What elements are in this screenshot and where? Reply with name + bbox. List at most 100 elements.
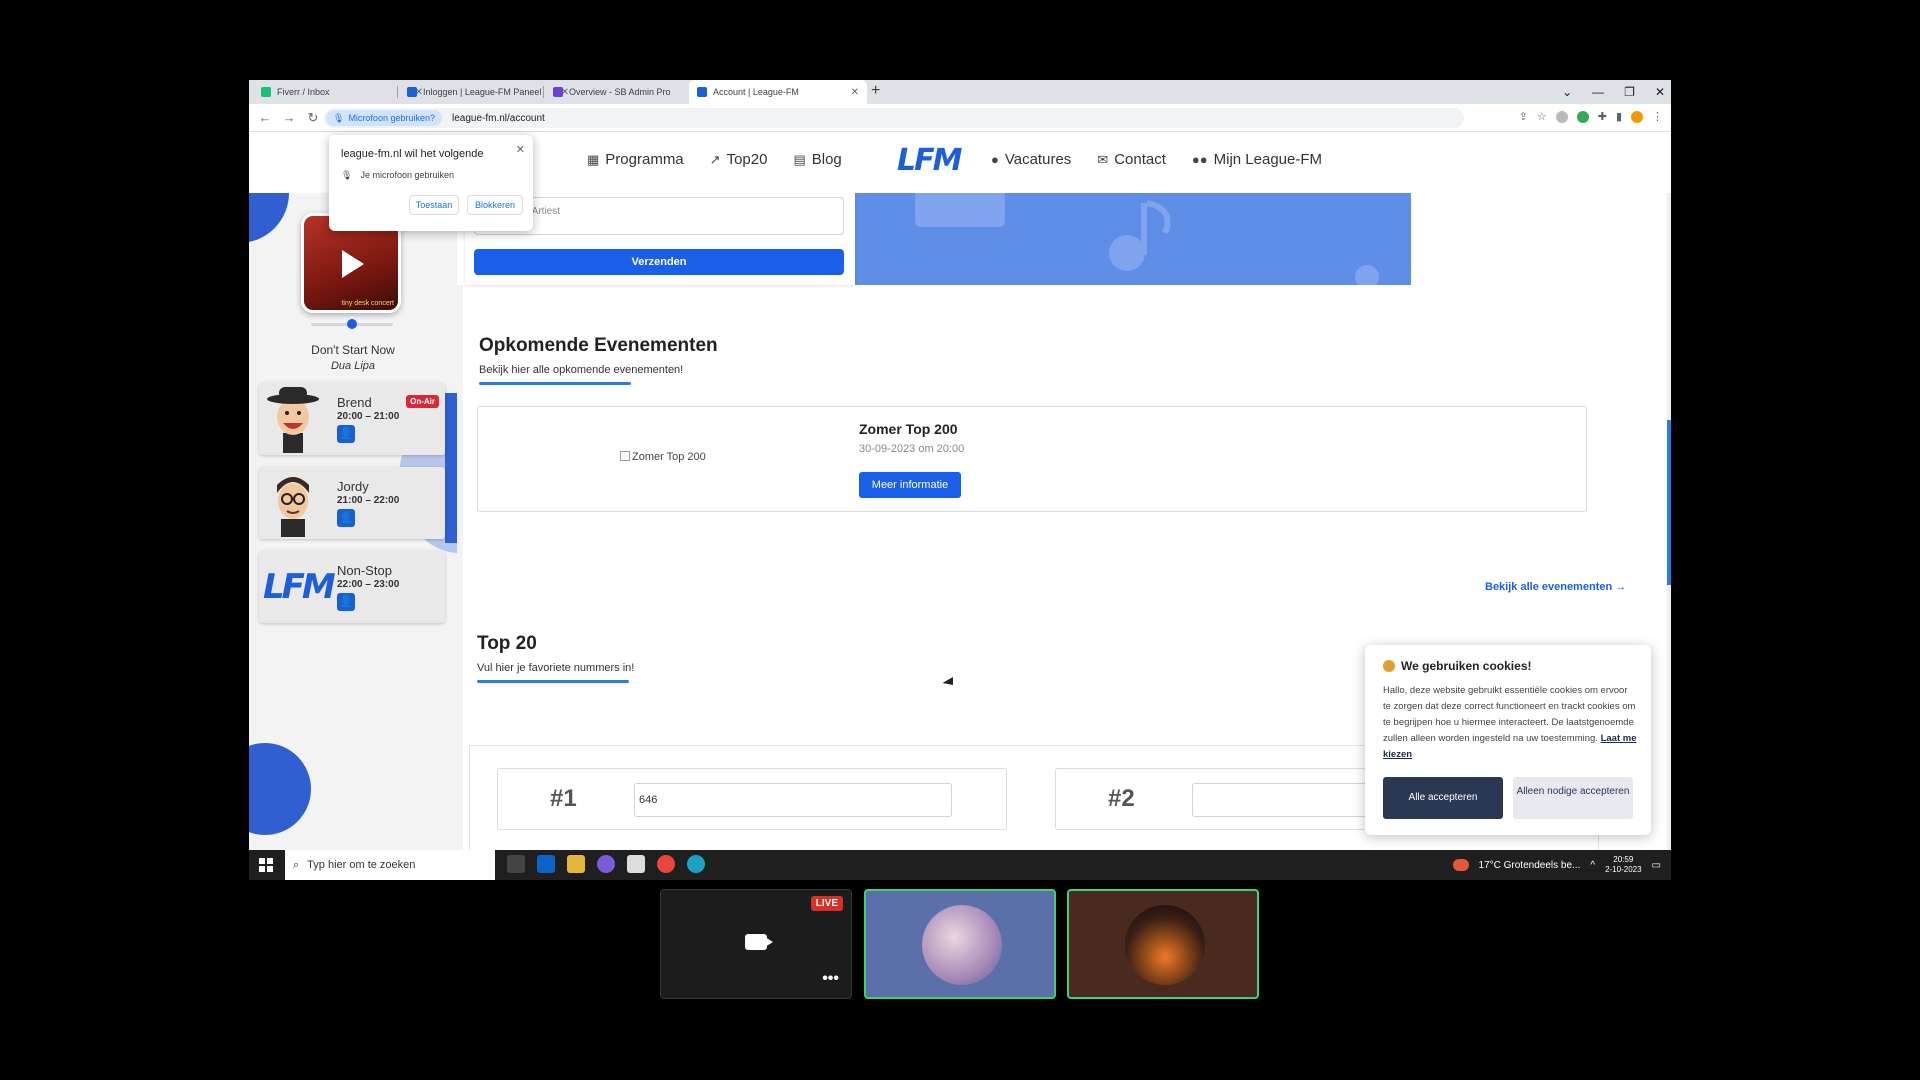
play-icon[interactable] bbox=[342, 250, 364, 278]
tab-title: Fiverr / Inbox bbox=[277, 87, 330, 97]
allow-button[interactable]: Toestaan bbox=[409, 195, 459, 215]
participant-tile[interactable] bbox=[864, 889, 1056, 999]
on-air-badge: On-Air bbox=[406, 395, 439, 408]
url-text[interactable]: league-fm.nl/account bbox=[452, 113, 545, 124]
decor-edge bbox=[445, 393, 457, 543]
user-icon: ● bbox=[991, 152, 999, 167]
toolbar-icons: ⇪ ☆ ✚ ▮ ⋮ bbox=[1519, 110, 1663, 123]
cookie-text: Hallo, deze website gebruikt essentiële … bbox=[1383, 685, 1636, 744]
extension-icon[interactable] bbox=[1555, 110, 1568, 123]
taskbar-search-placeholder: Typ hier om te zoeken bbox=[307, 859, 416, 871]
schedule-card[interactable]: Brend 20:00 – 21:00 👤 On-Air bbox=[259, 383, 445, 455]
restore-icon[interactable]: ❐ bbox=[1624, 85, 1635, 99]
hero-banner bbox=[855, 193, 1411, 285]
app-icon[interactable] bbox=[597, 855, 615, 873]
decor-blob bbox=[249, 743, 311, 835]
back-icon[interactable]: ← bbox=[253, 110, 277, 125]
notification-icon[interactable]: ▭ bbox=[1652, 860, 1661, 871]
accept-all-button[interactable]: Alle accepteren bbox=[1383, 777, 1503, 819]
extension-icon[interactable] bbox=[1576, 110, 1589, 123]
decor-blob bbox=[249, 193, 289, 243]
mic-chip-label: Microfoon gebruiken? bbox=[348, 113, 435, 123]
participant-tile[interactable] bbox=[1067, 889, 1259, 999]
tab-account-active[interactable]: Account | League-FM ✕ bbox=[689, 80, 867, 104]
edge-icon[interactable] bbox=[687, 855, 705, 873]
profile-icon[interactable]: 👤 bbox=[337, 425, 355, 443]
cookie-banner: We gebruiken cookies! Hallo, deze websit… bbox=[1365, 645, 1651, 835]
clock[interactable]: 20:59 2-10-2023 bbox=[1605, 855, 1641, 875]
scrollbar-thumb[interactable] bbox=[1667, 420, 1671, 585]
window-controls: ⌄ — ❐ ✕ bbox=[1562, 80, 1665, 104]
tab-search-icon[interactable]: ⌄ bbox=[1562, 85, 1572, 99]
chrome-icon[interactable] bbox=[657, 855, 675, 873]
top20-entry: #1 646 bbox=[497, 768, 1007, 830]
profile-avatar[interactable] bbox=[1631, 110, 1643, 123]
lfm-logo: LFM bbox=[263, 567, 336, 607]
close-window-icon[interactable]: ✕ bbox=[1655, 85, 1665, 99]
nav-contact[interactable]: ✉ Contact bbox=[1097, 151, 1166, 168]
profile-icon[interactable]: 👤 bbox=[337, 509, 355, 527]
sidebar-icon[interactable]: ▮ bbox=[1616, 110, 1622, 123]
clock-time: 20:59 bbox=[1613, 855, 1634, 864]
dj-name: Non-Stop bbox=[337, 563, 392, 578]
taskbar-search[interactable]: ⌕ Typ hier om te zoeken bbox=[285, 850, 495, 880]
outlook-icon[interactable] bbox=[537, 855, 555, 873]
event-info-button[interactable]: Meer informatie bbox=[859, 472, 961, 498]
accept-necessary-button[interactable]: Alleen nodige accepteren bbox=[1513, 777, 1633, 819]
bookmark-star-icon[interactable]: ☆ bbox=[1537, 110, 1547, 123]
site-logo[interactable]: LFM bbox=[897, 143, 962, 178]
close-tab-icon[interactable]: ✕ bbox=[851, 87, 859, 98]
sb-admin-favicon-icon bbox=[553, 87, 563, 97]
trending-icon: ↗ bbox=[709, 151, 721, 167]
song-title: Don't Start Now bbox=[311, 343, 395, 357]
reload-icon[interactable]: ↻ bbox=[301, 110, 325, 126]
submit-button[interactable]: Verzenden bbox=[474, 249, 844, 275]
tab-divider bbox=[543, 86, 544, 98]
file-explorer-icon[interactable] bbox=[567, 855, 585, 873]
dj-time: 20:00 – 21:00 bbox=[337, 411, 400, 422]
forward-icon[interactable]: → bbox=[277, 110, 301, 125]
nav-label: Contact bbox=[1114, 151, 1166, 168]
share-icon[interactable]: ⇪ bbox=[1519, 110, 1528, 123]
block-button[interactable]: Blokkeren bbox=[467, 195, 523, 215]
nav-programma[interactable]: ▦ Programma bbox=[587, 151, 684, 168]
more-options-icon[interactable]: ••• bbox=[822, 970, 839, 988]
schedule-card[interactable]: Jordy 21:00 – 22:00 👤 bbox=[259, 467, 445, 539]
microphone-icon: 🎙 bbox=[333, 112, 345, 123]
nav-blog[interactable]: ▤ Blog bbox=[793, 151, 841, 168]
profile-icon[interactable]: 👤 bbox=[337, 593, 355, 611]
app-icon[interactable] bbox=[627, 855, 645, 873]
mic-permission-popup: league-fm.nl wil het volgende ✕ 🎙 Je mic… bbox=[329, 135, 533, 231]
view-all-events-link[interactable]: Bekijk alle evenementen → bbox=[1485, 581, 1626, 593]
minimize-icon[interactable]: — bbox=[1592, 85, 1604, 99]
mic-permission-chip[interactable]: 🎙 Microfoon gebruiken? bbox=[326, 110, 442, 126]
system-tray: 17°C Grotendeels be... ^ 20:59 2-10-2023… bbox=[1452, 850, 1661, 880]
windows-start-icon[interactable] bbox=[259, 858, 273, 872]
new-tab-icon[interactable]: + bbox=[871, 82, 880, 100]
event-title: Zomer Top 200 bbox=[859, 421, 958, 437]
event-image-alt: Zomer Top 200 bbox=[632, 451, 706, 463]
weather-text[interactable]: 17°C Grotendeels be... bbox=[1479, 860, 1581, 871]
task-view-icon[interactable] bbox=[507, 855, 525, 873]
nav-top20[interactable]: ↗ Top20 bbox=[710, 151, 768, 168]
section-underline bbox=[477, 680, 629, 683]
song-input[interactable]: 646 bbox=[634, 783, 952, 817]
menu-kebab-icon[interactable]: ⋮ bbox=[1652, 110, 1663, 123]
envelope-icon: ✉ bbox=[1097, 151, 1109, 167]
participant-avatar bbox=[922, 905, 1002, 985]
chevron-up-icon[interactable]: ^ bbox=[1590, 860, 1595, 871]
puzzle-icon[interactable]: ✚ bbox=[1598, 110, 1607, 123]
newspaper-icon: ▤ bbox=[793, 151, 806, 167]
address-bar[interactable]: 🎙 Microfoon gebruiken? league-fm.nl/acco… bbox=[324, 108, 1464, 128]
microphone-icon: 🎙 bbox=[341, 170, 353, 180]
volume-slider-handle[interactable] bbox=[347, 319, 357, 329]
schedule-card[interactable]: LFM Non-Stop 22:00 – 23:00 👤 bbox=[259, 551, 445, 623]
nav-vacatures[interactable]: ● Vacatures bbox=[991, 151, 1071, 168]
nav-mijn-league-fm[interactable]: ●● Mijn League-FM bbox=[1192, 151, 1322, 168]
dj-avatar bbox=[277, 477, 309, 537]
close-icon[interactable]: ✕ bbox=[516, 143, 525, 156]
shared-screen: Fiverr / Inbox ✕ Inloggen | League-FM Pa… bbox=[249, 80, 1671, 880]
nav-label: Top20 bbox=[726, 151, 768, 168]
nav-label: Programma bbox=[605, 151, 684, 168]
screenshare-tile[interactable]: LIVE ••• bbox=[660, 889, 852, 999]
